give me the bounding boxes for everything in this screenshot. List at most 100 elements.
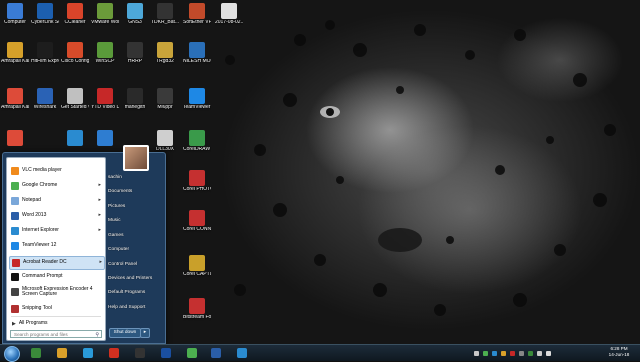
desktop-icon[interactable]: Computer <box>1 3 29 26</box>
desktop-icon[interactable]: VMware Workstation <box>91 3 119 26</box>
tray-icon[interactable] <box>483 350 488 356</box>
desktop-icon[interactable]: GNS3 <box>121 3 149 26</box>
start-menu-place-item[interactable]: Pictures <box>108 204 125 209</box>
desktop-icon[interactable]: Cisco Configurat... <box>61 42 89 65</box>
desktop-icon[interactable]: YTD Video Downloader <box>91 88 119 111</box>
app-icon <box>189 210 205 226</box>
desktop-icon[interactable]: CorelDRAW X7 <box>183 130 211 153</box>
desktop-icon-label: Get Started With Oracl... <box>61 105 89 110</box>
desktop-icon-label: SoftEther VPN Clie... <box>183 20 211 25</box>
desktop-icon-label: Bitstream Font Nav... <box>183 315 211 320</box>
taskbar-app-8[interactable] <box>206 347 226 359</box>
start-menu-program-item[interactable]: Internet Explorer ▸ <box>9 225 103 237</box>
desktop-icon[interactable]: SoftEther VPN Clie... <box>183 3 211 26</box>
start-menu-place-item[interactable]: Computer <box>108 247 129 252</box>
desktop-icon[interactable]: Get Started With Oracl... <box>61 88 89 111</box>
app-icon <box>157 130 173 146</box>
desktop-icon[interactable]: HitFilm Express 20... <box>31 42 59 65</box>
start-menu-program-item[interactable]: Microsoft Expression Encoder 4 Screen Ca… <box>9 286 103 298</box>
desktop-icon[interactable]: Amrapali Kamble - O... <box>1 88 29 111</box>
desktop-icon[interactable]: CCleaner <box>61 3 89 26</box>
start-menu-place-item[interactable]: Music <box>108 218 121 223</box>
desktop-icon[interactable]: Wireshark <box>31 88 59 111</box>
desktop-icon[interactable]: TDKR_Bat... <box>151 3 179 26</box>
start-menu-place-item[interactable]: Documents <box>108 189 132 194</box>
volume-icon[interactable] <box>546 350 551 356</box>
program-icon <box>11 182 19 190</box>
system-clock[interactable]: 6:28 PM 14-Jun-18 <box>600 346 638 358</box>
tray-icon[interactable] <box>492 350 497 356</box>
desktop-icon[interactable]: 2017-08-02... <box>215 3 243 26</box>
start-menu-program-item[interactable]: Command Prompt <box>9 271 103 283</box>
start-menu-programs-panel: VLC media player Google Chrome ▸ Notepad ▸ Wo… <box>6 157 106 341</box>
desktop-icon[interactable]: NILESH MOREL... <box>183 42 211 65</box>
shut-down-options-button[interactable]: ▸ <box>140 328 150 338</box>
start-menu-program-item[interactable]: Google Chrome ▸ <box>9 180 103 192</box>
app-icon <box>37 3 53 19</box>
user-avatar[interactable] <box>123 145 149 171</box>
program-icon <box>11 212 19 220</box>
taskbar-app-1[interactable] <box>26 347 46 359</box>
start-menu-place-item[interactable]: Help and Support <box>108 305 145 310</box>
desktop-icon[interactable]: manegith <box>121 88 149 111</box>
program-label: TeamViewer 12 <box>22 242 57 249</box>
network-icon[interactable] <box>537 350 542 356</box>
desktop-icon[interactable] <box>91 130 119 147</box>
taskbar-app-4[interactable] <box>104 347 124 359</box>
tray-icon[interactable] <box>510 350 515 356</box>
tray-icon[interactable] <box>528 350 533 356</box>
start-menu-program-item[interactable]: Acrobat Reader DC ▸ <box>9 256 105 270</box>
jump-list-arrow-icon[interactable]: ▸ <box>98 212 101 218</box>
start-menu-program-item[interactable]: Snipping Tool <box>9 303 103 315</box>
program-icon <box>12 259 20 267</box>
desktop-icon-label: CCleaner <box>64 20 86 25</box>
desktop-icon[interactable]: TRgd32 <box>151 42 179 65</box>
jump-list-arrow-icon[interactable]: ▸ <box>98 227 101 233</box>
start-menu-program-item[interactable]: Notepad ▸ <box>9 195 103 207</box>
desktop-icon[interactable]: Bitstream Font Nav... <box>183 298 211 321</box>
desktop-icon[interactable] <box>1 130 29 147</box>
program-label: Acrobat Reader DC <box>23 259 67 266</box>
search-programs-input[interactable]: Search programs and files ⚲ <box>10 330 102 338</box>
jump-list-arrow-icon[interactable]: ▸ <box>99 259 102 265</box>
start-menu-place-item[interactable]: Default Programs <box>108 290 145 295</box>
desktop-icon-label: TDKR_Bat... <box>151 20 179 25</box>
start-menu-place-item[interactable]: Games <box>108 233 123 238</box>
jump-list-arrow-icon[interactable]: ▸ <box>98 197 101 203</box>
shut-down-button[interactable]: Shut down <box>109 328 141 338</box>
tray-icon[interactable] <box>474 350 479 356</box>
desktop-icon[interactable]: WinSCP <box>91 42 119 65</box>
desktop-icon[interactable]: TeamViewer 12 <box>183 88 211 111</box>
tray-icon[interactable] <box>519 350 524 356</box>
desktop-icon[interactable]: CyberLink Screen Re... <box>31 3 59 26</box>
start-menu-place-item[interactable]: sachin <box>108 175 122 180</box>
desktop-icon[interactable]: HRRP <box>121 42 149 65</box>
desktop-icon[interactable] <box>61 130 89 147</box>
clock-date: 14-Jun-18 <box>608 352 630 357</box>
start-menu-place-item[interactable]: Control Panel <box>108 262 137 267</box>
taskbar-app-3[interactable] <box>78 347 98 359</box>
start-menu-program-item[interactable]: TeamViewer 12 <box>9 240 103 252</box>
desktop-icon[interactable]: Corel CAPTURE X7 <box>183 255 211 278</box>
desktop-icon-label: Computer <box>4 20 26 25</box>
desktop-icon[interactable]: DLL30X <box>151 130 179 153</box>
start-menu-place-item[interactable]: Devices and Printers <box>108 276 152 281</box>
desktop-icon[interactable]: Corel PHOTO-P... <box>183 170 211 193</box>
start-menu-program-item[interactable]: Word 2013 ▸ <box>9 210 103 222</box>
start-menu-program-item[interactable]: VLC media player <box>9 165 103 177</box>
desktop-icon[interactable]: Amrapali Kamble - ... <box>1 42 29 65</box>
taskbar-app-9[interactable] <box>232 347 252 359</box>
app-icon <box>7 3 23 19</box>
desktop-icon-label: Amrapali Kamble - ... <box>1 59 29 64</box>
program-icon <box>11 167 19 175</box>
jump-list-arrow-icon[interactable]: ▸ <box>98 182 101 188</box>
taskbar-app-6[interactable] <box>156 347 176 359</box>
desktop-icon[interactable]: Corel CONNECT X7 <box>183 210 211 233</box>
taskbar-app-7[interactable] <box>182 347 202 359</box>
taskbar-app-5[interactable] <box>130 347 150 359</box>
desktop-icon[interactable]: Mi6ppr <box>151 88 179 111</box>
taskbar-app-2[interactable] <box>52 347 72 359</box>
program-label: Google Chrome <box>22 182 58 189</box>
all-programs-item[interactable]: ▶ All Programs <box>9 318 103 330</box>
tray-icon[interactable] <box>501 350 506 356</box>
